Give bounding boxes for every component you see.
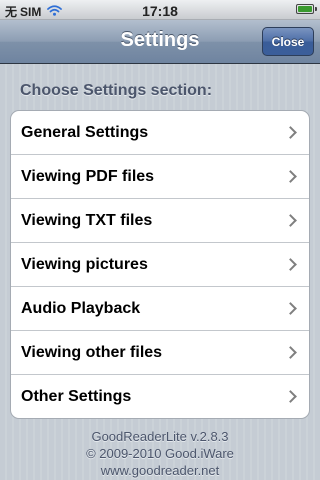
settings-item-pdf[interactable]: Viewing PDF files	[11, 154, 309, 198]
status-clock: 17:18	[142, 3, 178, 19]
status-bar: 无 SIM 17:18	[0, 0, 320, 20]
settings-item-audio[interactable]: Audio Playback	[11, 286, 309, 330]
chevron-right-icon	[284, 214, 297, 227]
settings-item-other-files[interactable]: Viewing other files	[11, 330, 309, 374]
settings-item-label: Viewing pictures	[21, 255, 148, 273]
app-footer: GoodReaderLite v.2.8.3 © 2009-2010 Good.…	[0, 428, 320, 479]
chevron-right-icon	[284, 346, 297, 359]
battery-icon	[296, 4, 317, 14]
close-button[interactable]: Close	[262, 27, 314, 56]
copyright-text: © 2009-2010 Good.iWare	[86, 446, 234, 461]
settings-item-txt[interactable]: Viewing TXT files	[11, 198, 309, 242]
settings-item-label: Other Settings	[21, 387, 132, 405]
settings-item-general[interactable]: General Settings	[11, 111, 309, 154]
battery-level	[298, 6, 312, 12]
settings-list: General Settings Viewing PDF files Viewi…	[10, 110, 310, 419]
settings-item-label: Viewing PDF files	[21, 167, 155, 185]
chevron-right-icon	[284, 258, 297, 271]
chevron-right-icon	[284, 126, 297, 139]
settings-item-label: Audio Playback	[21, 299, 141, 317]
chevron-right-icon	[284, 390, 297, 403]
section-header: Choose Settings section:	[20, 82, 213, 99]
chevron-right-icon	[284, 302, 297, 315]
navigation-bar: Settings Close	[0, 20, 320, 64]
settings-item-label: Viewing TXT files	[21, 211, 153, 229]
settings-item-label: General Settings	[21, 123, 149, 141]
settings-item-other-settings[interactable]: Other Settings	[11, 374, 309, 418]
settings-item-pictures[interactable]: Viewing pictures	[11, 242, 309, 286]
version-text: GoodReaderLite v.2.8.3	[91, 429, 229, 444]
settings-item-label: Viewing other files	[21, 343, 163, 361]
chevron-right-icon	[284, 170, 297, 183]
website-link[interactable]: www.goodreader.net	[0, 462, 320, 479]
